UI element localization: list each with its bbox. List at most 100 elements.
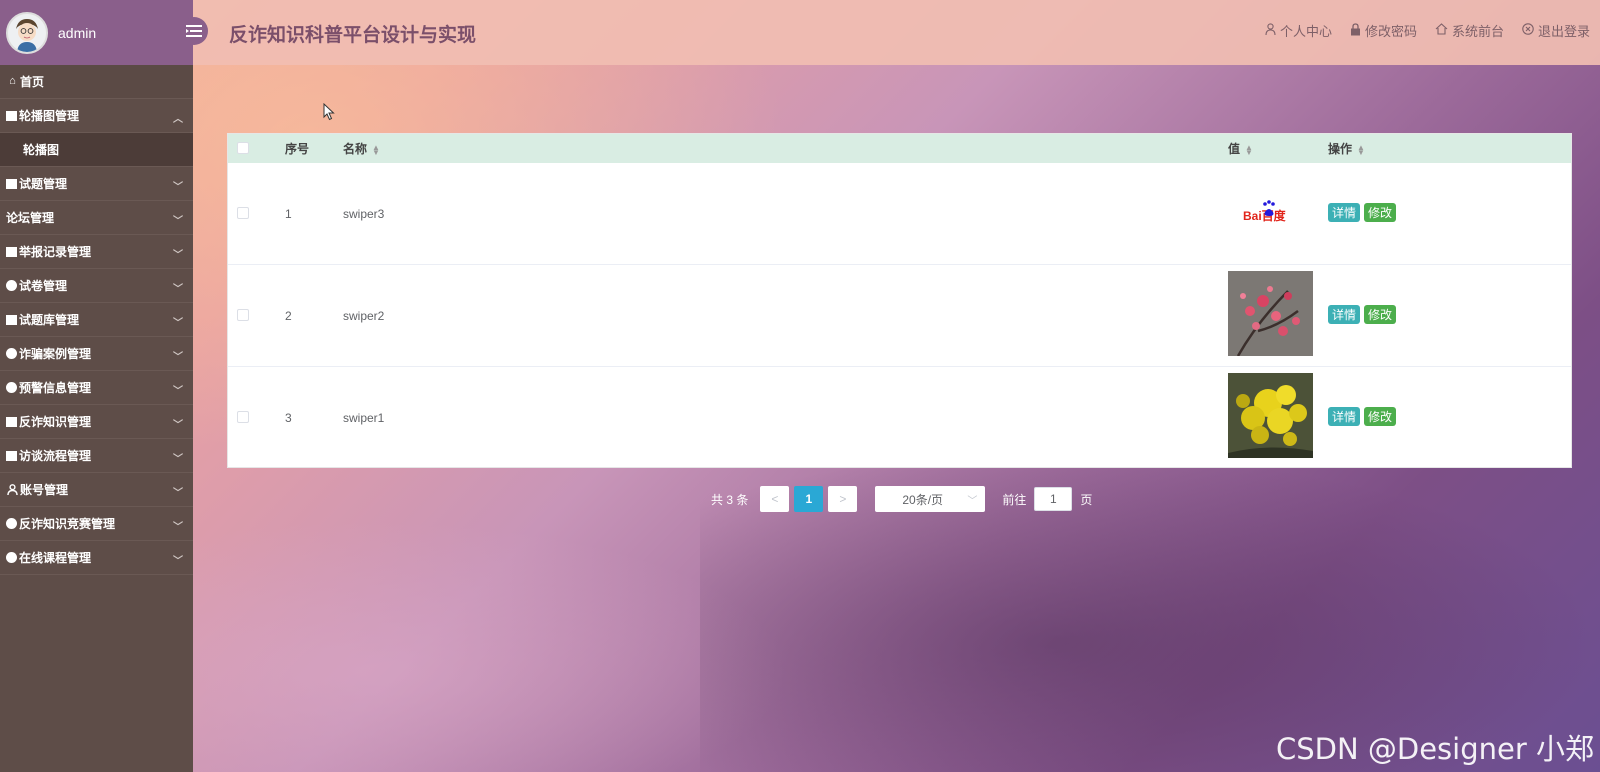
column-header-action[interactable]: 操作 ▲ ▼	[1328, 140, 1365, 157]
sidebar-item-label: 试题库管理	[19, 313, 80, 327]
detail-button[interactable]: 详情	[1328, 407, 1361, 426]
row-checkbox[interactable]	[237, 411, 249, 423]
pagination-total: 共 3 条	[711, 492, 749, 507]
chevron-down-icon: ﹀	[173, 318, 183, 329]
row-name: swiper3	[343, 207, 385, 221]
sidebar-item-account-management[interactable]: 账号管理 ﹀	[0, 473, 193, 507]
chevron-down-icon: ﹀	[173, 352, 183, 363]
baidu-logo-image: Bai百度	[1228, 169, 1313, 254]
sidebar-item-home[interactable]: ⌂ 首页	[0, 65, 193, 99]
page-number-button[interactable]: 1	[794, 486, 824, 512]
sidebar-item-label: 首页	[20, 75, 45, 89]
circle-icon	[6, 552, 17, 563]
edit-button[interactable]: 修改	[1364, 407, 1397, 426]
change-password-link[interactable]: 修改密码	[1350, 21, 1417, 40]
system-frontend-link[interactable]: 系统前台	[1435, 21, 1504, 40]
chevron-down-icon: ﹀	[173, 420, 183, 431]
circle-icon	[6, 348, 17, 359]
sidebar-item-warning-management[interactable]: 预警信息管理 ﹀	[0, 371, 193, 405]
row-name: swiper1	[343, 411, 385, 425]
admin-name: admin	[58, 24, 97, 41]
sidebar-item-knowledge-management[interactable]: 反诈知识管理 ﹀	[0, 405, 193, 439]
prev-page-button[interactable]: <	[760, 486, 790, 512]
circle-icon	[6, 280, 17, 291]
sidebar-item-question-bank-management[interactable]: 试题库管理 ﹀	[0, 303, 193, 337]
goto-label: 前往	[1002, 492, 1027, 507]
table-row: 3 swiper1 详情 修改	[228, 367, 1571, 469]
sidebar-toggle-button[interactable]	[180, 17, 208, 45]
next-page-button[interactable]: >	[828, 486, 858, 512]
column-header-action-label: 操作	[1328, 142, 1353, 156]
sidebar-subitem-carousel[interactable]: 轮播图	[0, 133, 193, 167]
chevron-down-icon: ﹀	[173, 386, 183, 397]
sidebar-item-label: 在线课程管理	[19, 551, 92, 565]
person-icon	[6, 484, 19, 496]
avatar[interactable]	[6, 11, 48, 54]
sidebar-item-interview-management[interactable]: 访谈流程管理 ﹀	[0, 439, 193, 473]
sidebar-item-questions-management[interactable]: 试题管理 ﹀	[0, 167, 193, 201]
pink-blossom-image	[1228, 271, 1313, 357]
column-header-value[interactable]: 值 ▲ ▼	[1228, 140, 1253, 157]
sidebar-item-report-management[interactable]: 举报记录管理 ﹀	[0, 235, 193, 269]
sidebar-item-label: 预警信息管理	[19, 381, 92, 395]
edit-button[interactable]: 修改	[1364, 305, 1397, 324]
sort-icon[interactable]: ▲ ▼	[1357, 143, 1365, 156]
sidebar-item-label: 诈骗案例管理	[19, 347, 92, 361]
chevron-up-icon: ︿	[173, 114, 183, 125]
logout-link[interactable]: 退出登录	[1522, 21, 1590, 40]
row-index: 3	[285, 411, 292, 425]
app-title: 反诈知识科普平台设计与实现	[229, 25, 477, 46]
sidebar-item-exam-management[interactable]: 试卷管理 ﹀	[0, 269, 193, 303]
lock-icon	[1350, 22, 1361, 39]
sidebar-menu: ⌂ 首页 轮播图管理 ︿ 轮播图 试题管理 ﹀ 论坛管理 ﹀ 举报记录管理 ﹀ …	[0, 65, 193, 575]
page-size-select[interactable]: 20条/页 ﹀	[875, 486, 986, 512]
mouse-cursor-icon	[323, 102, 335, 126]
chevron-down-icon: ﹀	[173, 556, 183, 567]
goto-page-input[interactable]	[1034, 487, 1073, 511]
table-row: 2 swiper2 详情 修改	[228, 265, 1571, 367]
personal-center-link[interactable]: 个人中心	[1265, 21, 1332, 40]
sidebar-item-label: 举报记录管理	[19, 245, 92, 259]
chevron-down-icon: ﹀	[173, 454, 183, 465]
circle-icon	[6, 518, 17, 529]
sidebar-item-label: 反诈知识管理	[19, 415, 92, 429]
top-header: 反诈知识科普平台设计与实现 个人中心 修改密码 系统前台 退出登录	[180, 0, 1600, 65]
chevron-down-icon: ﹀	[173, 250, 183, 261]
table-row: 1 swiper3 Bai百度 详情 修改	[228, 163, 1571, 265]
sidebar-item-forum-management[interactable]: 论坛管理 ﹀	[0, 201, 193, 235]
sidebar-subitem-label: 轮播图	[23, 143, 60, 157]
detail-button[interactable]: 详情	[1328, 305, 1361, 324]
column-header-name[interactable]: 名称 ▲ ▼	[343, 140, 380, 157]
home-icon	[1435, 23, 1448, 38]
sort-icon[interactable]: ▲ ▼	[1245, 143, 1253, 156]
personal-center-label: 个人中心	[1279, 24, 1332, 39]
sort-icon[interactable]: ▲ ▼	[372, 143, 380, 156]
column-header-value-label: 值	[1228, 142, 1241, 156]
chevron-down-icon: ﹀	[173, 182, 183, 193]
sidebar-item-label: 论坛管理	[6, 211, 55, 225]
sidebar-item-label: 反诈知识竞赛管理	[19, 517, 116, 531]
carousel-table: 序号 名称 ▲ ▼ 值 ▲ ▼ 操作 ▲ ▼ 1 swiper3 Bai百度 详情 修改 2…	[227, 133, 1572, 468]
column-header-index: 序号	[285, 142, 310, 156]
logout-label: 退出登录	[1537, 24, 1590, 39]
square-icon	[6, 178, 17, 189]
home-icon: ⌂	[9, 75, 16, 87]
square-icon	[6, 110, 17, 121]
sidebar-item-contest-management[interactable]: 反诈知识竞赛管理 ﹀	[0, 507, 193, 541]
sidebar: admin ⌂ 首页 轮播图管理 ︿ 轮播图 试题管理 ﹀ 论坛管理 ﹀ 举报记…	[0, 0, 193, 772]
sidebar-item-fraud-case-management[interactable]: 诈骗案例管理 ﹀	[0, 337, 193, 371]
sidebar-item-label: 试卷管理	[19, 279, 68, 293]
detail-button[interactable]: 详情	[1328, 203, 1361, 222]
sidebar-item-label: 轮播图管理	[19, 109, 80, 123]
row-checkbox[interactable]	[237, 309, 249, 321]
row-checkbox[interactable]	[237, 207, 249, 219]
edit-button[interactable]: 修改	[1364, 203, 1397, 222]
chevron-down-icon: ﹀	[173, 488, 183, 499]
row-name: swiper2	[343, 309, 385, 323]
square-icon	[6, 450, 17, 461]
sidebar-item-carousel-management[interactable]: 轮播图管理 ︿	[0, 99, 193, 133]
sidebar-item-course-management[interactable]: 在线课程管理 ﹀	[0, 541, 193, 575]
menu-fold-icon	[186, 25, 202, 37]
select-all-checkbox[interactable]	[237, 142, 249, 154]
row-index: 1	[285, 207, 292, 221]
